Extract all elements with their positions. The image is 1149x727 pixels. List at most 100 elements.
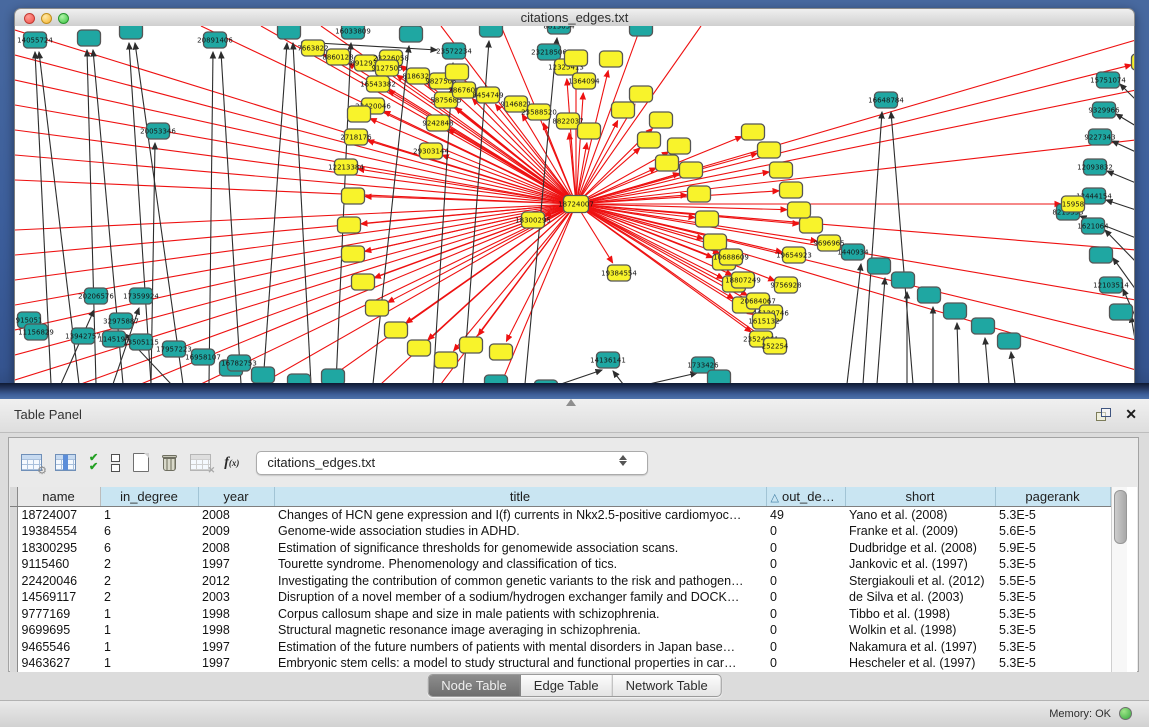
delete-button[interactable] [162,454,177,472]
column-header-pagerank[interactable]: pagerank [995,487,1110,506]
close-panel-icon[interactable]: ✕ [1125,407,1137,421]
network-window: citations_edges.txt 14055724208914061603… [14,8,1135,384]
table-row[interactable]: 1938455462009Genome-wide association stu… [10,523,1110,540]
cell-in_degree: 2 [100,573,198,590]
cell-title: Disruption of a novel member of a sodium… [274,589,766,606]
window-frame-bottom [0,383,1149,399]
column-header-out_degree[interactable]: △out_de… [766,487,845,506]
svg-text:18300295: 18300295 [515,217,551,225]
cell-year: 1998 [198,622,274,639]
tab-network-table[interactable]: Network Table [613,675,721,696]
function-builder-icon: f(x) [224,455,239,471]
svg-text:9756928: 9756928 [770,282,801,290]
svg-text:19384554: 19384554 [601,270,637,278]
table-selector-value: citations_edges.txt [257,455,375,470]
zoom-window-button[interactable] [58,13,69,24]
svg-text:252254: 252254 [762,343,789,351]
svg-text:18724007: 18724007 [558,201,594,209]
svg-text:15958: 15958 [1062,201,1084,209]
vertical-scrollbar[interactable] [1111,487,1127,672]
svg-text:8454749: 8454749 [472,92,503,100]
row-gutter-header [10,487,17,506]
column-header-title[interactable]: title [274,487,766,506]
table-row[interactable]: 1456911722003Disruption of a novel membe… [10,589,1110,606]
cell-year: 1997 [198,556,274,573]
cell-year: 1998 [198,606,274,623]
column-header-name[interactable]: name [17,487,100,506]
table-row[interactable]: 977716911998Corpus callosum shape and si… [10,606,1110,623]
panel-resize-grip[interactable] [566,399,576,406]
table-panel: Table Panel ✕ ⚙ ✔✔ ✕ f(x) citations_edge… [0,399,1149,727]
tab-edge-table[interactable]: Edge Table [521,675,613,696]
cell-gutter [10,523,17,540]
column-visibility-button[interactable] [55,454,76,471]
svg-text:14055724: 14055724 [17,37,53,45]
close-window-button[interactable] [24,13,35,24]
tab-node-table[interactable]: Node Table [428,675,521,696]
cell-pagerank: 5.3E-5 [995,589,1110,606]
node-table[interactable]: namein_degreeyeartitle△out_de…shortpager… [10,487,1111,672]
network-canvas[interactable]: 1405572420891406160338092357223488130542… [14,26,1135,384]
function-builder-button[interactable]: f(x) [224,455,239,471]
svg-text:1440934: 1440934 [837,249,869,257]
cell-gutter [10,506,17,523]
column-header-in_degree[interactable]: in_degree [100,487,198,506]
table-row[interactable]: 2242004622012Investigating the contribut… [10,573,1110,590]
table-row[interactable]: 969969511998Structural magnetic resonanc… [10,622,1110,639]
cell-in_degree: 1 [100,622,198,639]
table-options-button[interactable]: ⚙ [21,454,42,471]
column-header-short[interactable]: short [845,487,995,506]
memory-indicator-icon[interactable] [1119,707,1132,720]
cell-gutter [10,573,17,590]
svg-text:9329966: 9329966 [1088,107,1120,115]
table-row[interactable]: 946362711997Embryonic stem cells: a mode… [10,655,1110,672]
row-height-button[interactable] [111,454,120,472]
cell-in_degree: 1 [100,606,198,623]
window-titlebar[interactable]: citations_edges.txt [14,8,1135,28]
cell-gutter [10,589,17,606]
network-svg[interactable]: 1405572420891406160338092357223488130542… [15,26,1134,384]
select-all-button[interactable]: ✔✔ [89,454,98,472]
cell-out_degree: 0 [766,655,845,672]
svg-text:15751074: 15751074 [1090,77,1126,85]
table-filler [1127,487,1138,672]
table-row[interactable]: 1830029562008Estimation of significance … [10,540,1110,557]
svg-text:9127505: 9127505 [371,65,402,73]
svg-text:1615132: 1615132 [748,318,779,326]
cell-in_degree: 6 [100,523,198,540]
new-table-button[interactable] [133,453,149,472]
row-height-icon [111,454,120,472]
cell-pagerank: 5.3E-5 [995,639,1110,656]
cell-pagerank: 5.3E-5 [995,556,1110,573]
cell-out_degree: 0 [766,523,845,540]
cell-pagerank: 5.3E-5 [995,506,1110,523]
cell-name: 14569117 [17,589,100,606]
svg-text:20053346: 20053346 [140,128,176,136]
cell-in_degree: 1 [100,506,198,523]
dropdown-arrows-icon [619,455,627,466]
cell-short: Franke et al. (2009) [845,523,995,540]
cell-year: 2012 [198,573,274,590]
cell-out_degree: 0 [766,622,845,639]
table-row[interactable]: 911546021997Tourette syndrome. Phenomeno… [10,556,1110,573]
sort-ascending-icon: △ [771,492,779,504]
svg-text:23572234: 23572234 [436,48,472,56]
small-x-icon: ✕ [208,465,216,476]
minimize-window-button[interactable] [41,13,52,24]
table-row[interactable]: 946554611997Estimation of the future num… [10,639,1110,656]
desktop-background: citations_edges.txt 14055724208914061603… [0,0,1149,399]
scrollbar-thumb[interactable] [1114,490,1127,544]
cell-out_degree: 0 [766,556,845,573]
table-row[interactable]: 1872400712008Changes of HCN gene express… [10,506,1110,523]
float-window-icon[interactable] [1096,408,1111,421]
svg-text:16543382: 16543382 [360,81,396,89]
svg-text:23588520: 23588520 [521,109,557,117]
table-selector-dropdown[interactable]: citations_edges.txt [256,451,648,475]
table-tabs: Node TableEdge TableNetwork Table [427,674,722,697]
column-header-year[interactable]: year [198,487,274,506]
cell-short: Nakamura et al. (1997) [845,639,995,656]
cell-in_degree: 2 [100,556,198,573]
svg-text:1733426: 1733426 [687,362,719,370]
cell-name: 22420046 [17,573,100,590]
svg-text:9227343: 9227343 [1084,134,1115,142]
